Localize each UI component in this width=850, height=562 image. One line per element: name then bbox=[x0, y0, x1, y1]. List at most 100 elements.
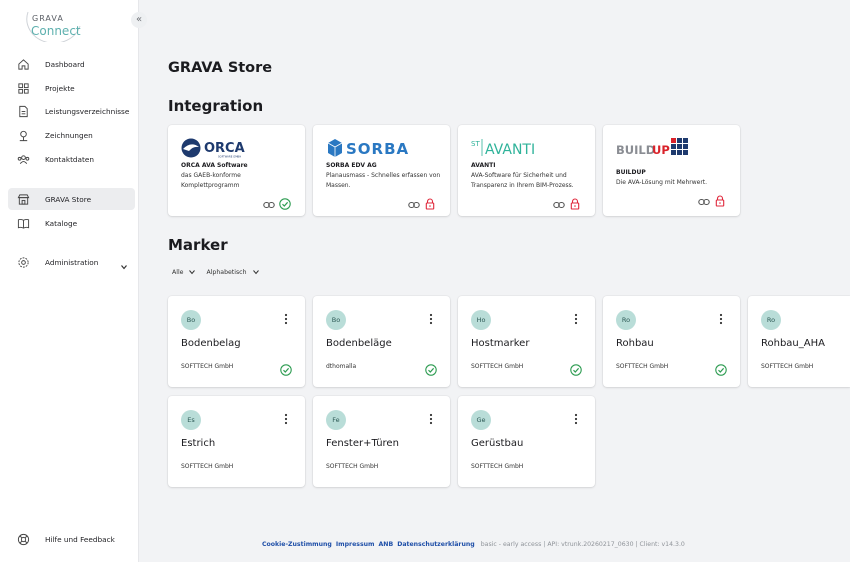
sorba-logo: SORBA bbox=[326, 137, 426, 159]
marker-card[interactable]: Bo Bodenbelag SOFTTECH GmbH bbox=[168, 296, 305, 387]
more-vertical-icon[interactable] bbox=[284, 410, 288, 425]
marker-avatar: Ho bbox=[471, 310, 491, 330]
marker-card[interactable]: Ho Hostmarker SOFTTECH GmbH bbox=[458, 296, 595, 387]
marker-owner: SOFTTECH GmbH bbox=[616, 363, 669, 370]
footer: Cookie-Zustimmung Impressum ANB Datensch… bbox=[262, 541, 685, 548]
marker-name: Gerüstbau bbox=[471, 438, 524, 449]
buildup-logo: BUILD UP bbox=[616, 137, 696, 159]
integration-description: Die AVA-Lösung mit Mehrwert. bbox=[616, 179, 708, 186]
footer-link-impressum[interactable]: Impressum bbox=[336, 541, 375, 548]
sidebar-item-zeichnungen[interactable]: Zeichnungen bbox=[8, 124, 135, 146]
integration-card-buildup[interactable]: BUILD UP BUILDUP Die AVA-Lösung mit Mehr… bbox=[603, 125, 740, 216]
document-icon bbox=[16, 104, 30, 118]
check-circle-icon bbox=[279, 195, 291, 210]
logo-bottom-text: Connect bbox=[31, 24, 81, 38]
marker-card[interactable]: Bo Bodenbeläge dthomalla bbox=[313, 296, 450, 387]
marker-card[interactable]: Ro Rohbau SOFTTECH GmbH bbox=[603, 296, 740, 387]
integration-card-orca[interactable]: ORCA SOFTWARE GMBH ORCA AVA Software das… bbox=[168, 125, 305, 216]
chevron-down-icon bbox=[189, 270, 196, 275]
marker-owner: SOFTTECH GmbH bbox=[471, 463, 524, 470]
chevron-down-icon bbox=[252, 270, 259, 275]
buildup-logo-text-b: UP bbox=[652, 143, 670, 157]
filter-sort-dropdown[interactable]: Alphabetisch bbox=[206, 268, 259, 276]
more-vertical-icon[interactable] bbox=[429, 310, 433, 325]
integration-name: AVANTI bbox=[471, 162, 496, 169]
sidebar-item-help[interactable]: Hilfe und Feedback bbox=[8, 528, 135, 550]
link-icon[interactable] bbox=[698, 192, 710, 206]
marker-name: Bodenbeläge bbox=[326, 338, 392, 349]
marker-owner: SOFTTECH GmbH bbox=[181, 463, 234, 470]
marker-owner: SOFTTECH GmbH bbox=[326, 463, 379, 470]
footer-version-info: basic - early access | API: vtrunk.20260… bbox=[480, 541, 685, 548]
marker-name: Rohbau bbox=[616, 338, 654, 349]
sidebar-item-label: Kataloge bbox=[45, 218, 78, 228]
drawing-icon bbox=[16, 128, 30, 142]
marker-card[interactable]: Ge Gerüstbau SOFTTECH GmbH bbox=[458, 396, 595, 487]
lock-icon bbox=[569, 195, 581, 210]
sidebar-item-projekte[interactable]: Projekte bbox=[8, 77, 135, 99]
integration-description: AVA-Software für Sicherheit und Transpar… bbox=[471, 172, 574, 189]
marker-card[interactable]: Fe Fenster+Türen SOFTTECH GmbH bbox=[313, 396, 450, 487]
marker-name: Estrich bbox=[181, 438, 216, 449]
orca-logo: ORCA SOFTWARE GMBH bbox=[181, 137, 253, 159]
sidebar-item-label: Leistungsverzeichnisse bbox=[45, 106, 130, 116]
marker-card[interactable]: Es Estrich SOFTTECH GmbH bbox=[168, 396, 305, 487]
marker-avatar: Ro bbox=[761, 310, 781, 330]
orca-logo-text: ORCA bbox=[204, 141, 245, 156]
grava-connect-logo[interactable]: GRAVA Connect bbox=[18, 8, 86, 44]
marker-avatar: Es bbox=[181, 410, 201, 430]
integration-name: SORBA EDV AG bbox=[326, 162, 377, 169]
check-circle-icon bbox=[425, 361, 437, 376]
grid-icon bbox=[16, 81, 30, 95]
sidebar-item-kataloge[interactable]: Kataloge bbox=[8, 212, 135, 234]
contacts-icon bbox=[16, 152, 30, 166]
lifebuoy-icon bbox=[16, 532, 30, 546]
marker-name: Fenster+Türen bbox=[326, 438, 399, 449]
marker-filters: Alle Alphabetisch bbox=[172, 268, 270, 276]
avanti-logo-text: AVANTI bbox=[485, 142, 535, 158]
store-icon bbox=[16, 192, 30, 206]
footer-link-anb[interactable]: ANB bbox=[379, 541, 394, 548]
marker-name: Rohbau_AHA bbox=[761, 338, 825, 349]
collapse-sidebar-button[interactable]: « bbox=[131, 12, 147, 28]
sidebar-item-label: Administration bbox=[45, 257, 99, 267]
sidebar-item-kontaktdaten[interactable]: Kontaktdaten bbox=[8, 148, 135, 170]
link-icon[interactable] bbox=[263, 195, 275, 209]
marker-owner: dthomalla bbox=[326, 363, 357, 370]
filter-category-dropdown[interactable]: Alle bbox=[172, 268, 196, 276]
integration-card-avanti[interactable]: ST AVANTI AVANTI AVA-Software für Sicher… bbox=[458, 125, 595, 216]
link-icon[interactable] bbox=[408, 195, 420, 209]
integration-card-sorba[interactable]: SORBA SORBA EDV AG Planausmass - Schnell… bbox=[313, 125, 450, 216]
sidebar-item-label: Zeichnungen bbox=[45, 130, 93, 140]
integration-description: Planausmass - Schnelles erfassen von Mas… bbox=[326, 172, 441, 189]
marker-avatar: Ro bbox=[616, 310, 636, 330]
more-vertical-icon[interactable] bbox=[719, 310, 723, 325]
marker-owner: SOFTTECH GmbH bbox=[181, 363, 234, 370]
more-vertical-icon[interactable] bbox=[574, 410, 578, 425]
footer-link-datenschutz[interactable]: Datenschutzerklärung bbox=[397, 541, 475, 548]
avanti-logo-prefix: ST bbox=[471, 140, 480, 148]
link-icon[interactable] bbox=[553, 195, 565, 209]
sidebar-item-grava-store[interactable]: GRAVA Store bbox=[8, 188, 135, 210]
marker-name: Hostmarker bbox=[471, 338, 530, 349]
more-vertical-icon[interactable] bbox=[284, 310, 288, 325]
sidebar: GRAVA Connect Dashboard Projekte Leistun… bbox=[0, 0, 139, 562]
sidebar-item-dashboard[interactable]: Dashboard bbox=[8, 53, 135, 75]
sidebar-item-label: GRAVA Store bbox=[45, 194, 92, 204]
sidebar-item-label: Kontaktdaten bbox=[45, 154, 95, 164]
more-vertical-icon[interactable] bbox=[574, 310, 578, 325]
more-vertical-icon[interactable] bbox=[429, 410, 433, 425]
page-title: GRAVA Store bbox=[168, 60, 273, 76]
marker-card[interactable]: Ro Rohbau_AHA SOFTTECH GmbH bbox=[748, 296, 850, 387]
buildup-logo-text-a: BUILD bbox=[616, 143, 655, 157]
sidebar-item-leistungsverzeichnisse[interactable]: Leistungsverzeichnisse bbox=[8, 100, 135, 122]
sidebar-item-administration[interactable]: Administration bbox=[8, 251, 135, 273]
marker-avatar: Fe bbox=[326, 410, 346, 430]
marker-owner: SOFTTECH GmbH bbox=[471, 363, 524, 370]
chevron-down-icon bbox=[119, 257, 129, 270]
sorba-logo-text: SORBA bbox=[346, 140, 409, 158]
marker-avatar: Bo bbox=[181, 310, 201, 330]
footer-link-cookie[interactable]: Cookie-Zustimmung bbox=[262, 541, 332, 548]
filter-sort-label: Alphabetisch bbox=[206, 268, 247, 276]
marker-avatar: Ge bbox=[471, 410, 491, 430]
